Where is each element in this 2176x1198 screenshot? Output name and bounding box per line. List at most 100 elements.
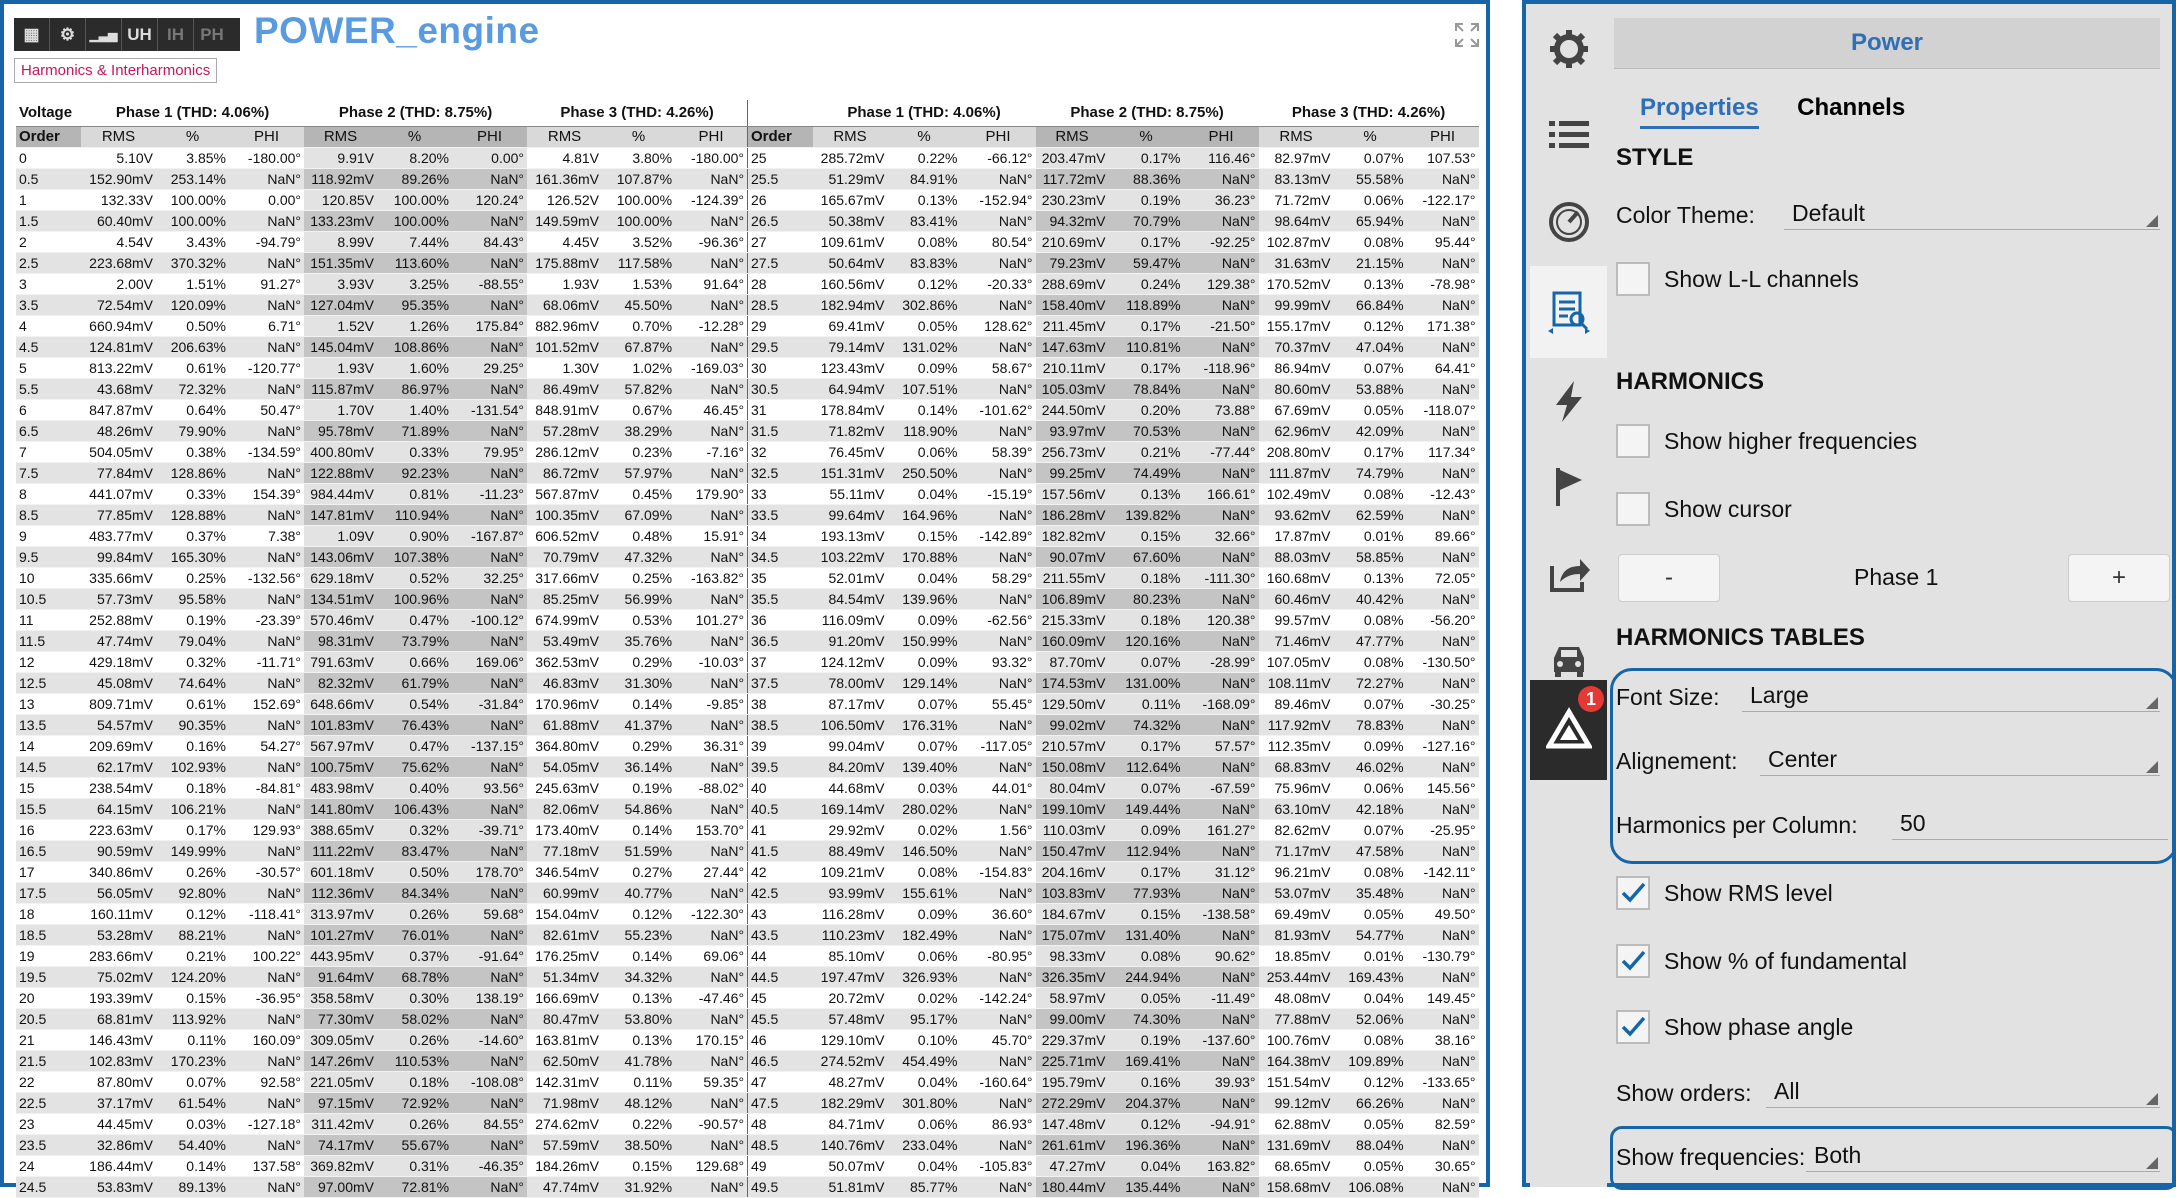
value-cell: 84.20mV [812, 756, 888, 778]
value-cell: -163.82° [675, 567, 748, 589]
order-cell: 26.5 [747, 210, 813, 232]
value-cell: 0.25% [156, 567, 229, 589]
value-cell: 83.47% [377, 840, 453, 862]
nav-report[interactable] [1530, 266, 1607, 358]
current-harmonics-icon[interactable]: IH [158, 18, 194, 51]
value-cell: 0.02% [887, 819, 961, 841]
value-cell: 5.10V [81, 147, 156, 169]
nav-export[interactable] [1530, 532, 1607, 614]
color-theme-dropdown[interactable]: Default [1784, 196, 2160, 230]
nav-gauge[interactable] [1530, 180, 1607, 262]
value-cell: NaN° [960, 840, 1036, 862]
table-row: 47 48.27mV 0.04% -160.64° 195.79mV 0.16% 39.93… [747, 1071, 1479, 1093]
nav-settings[interactable] [1530, 8, 1607, 90]
table-row: 36 116.09mV 0.09% -62.56° 215.33mV 0.18% 120.3… [747, 609, 1479, 631]
value-cell: -137.15° [452, 735, 528, 757]
value-cell: 199.10mV [1035, 798, 1109, 820]
tab-properties[interactable]: Properties [1640, 94, 1759, 129]
value-cell: 72.27% [1333, 672, 1407, 694]
value-cell: 847.87mV [81, 399, 156, 421]
value-cell: -154.83° [960, 861, 1036, 883]
show-higher-frequencies-checkbox[interactable] [1616, 424, 1650, 458]
show-cursor-checkbox[interactable] [1616, 492, 1650, 526]
value-cell: 182.82mV [1035, 525, 1109, 547]
value-cell: 0.07% [1333, 819, 1407, 841]
value-cell: NaN° [675, 588, 748, 610]
value-cell: 82.97mV [1258, 147, 1334, 169]
order-cell: 32 [747, 441, 813, 463]
value-cell: 0.61% [156, 357, 229, 379]
value-cell: -122.30° [675, 903, 748, 925]
value-cell: 166.69mV [527, 987, 603, 1009]
value-cell: 107.38% [377, 546, 453, 568]
power-harmonics-icon[interactable]: PH [194, 18, 230, 51]
value-cell: 100.00% [156, 210, 229, 232]
table-icon[interactable]: ▦ [14, 18, 50, 51]
harmonics-per-column-input[interactable]: 50 [1892, 806, 2168, 840]
value-cell: 0.12% [602, 903, 676, 925]
value-cell: 102.83mV [81, 1050, 156, 1072]
nav-dewesoft[interactable]: 1 [1530, 680, 1607, 780]
value-cell: -94.91° [1183, 1113, 1259, 1135]
value-cell: 0.24% [1108, 273, 1184, 295]
value-cell: 102.49mV [1258, 483, 1334, 505]
value-cell: 309.05mV [304, 1029, 378, 1051]
show-frequencies-dropdown[interactable]: Both [1806, 1138, 2160, 1172]
harmonics-per-column-label: Harmonics per Column: [1616, 812, 1858, 838]
voltage-harmonics-icon[interactable]: UH [122, 18, 158, 51]
value-cell: NaN° [960, 1008, 1036, 1030]
show-ll-checkbox[interactable] [1616, 262, 1650, 296]
value-cell: 283.66mV [81, 945, 156, 967]
value-cell: 346.54mV [527, 861, 603, 883]
chart-icon[interactable]: ▁▃▅ [86, 18, 122, 51]
value-cell: 0.37% [156, 525, 229, 547]
order-cell: 13 [16, 693, 81, 715]
value-cell: NaN° [675, 336, 748, 358]
value-cell: -12.28° [675, 315, 748, 337]
nav-flag[interactable] [1530, 446, 1607, 528]
table-row: 9 483.77mV 0.37% 7.38° 1.09V 0.90% -167.87° 606… [16, 525, 748, 547]
phase-increment-button[interactable]: + [2068, 554, 2170, 602]
value-cell: 313.97mV [304, 903, 378, 925]
value-cell: 40.77% [602, 882, 676, 904]
value-cell: 8.99V [304, 231, 378, 253]
value-cell: NaN° [675, 210, 748, 232]
table-row: 40.5 169.14mV 280.02% NaN° 199.10mV 149.44% Na… [747, 798, 1479, 820]
order-cell: 14 [16, 735, 81, 757]
nav-list[interactable] [1530, 94, 1607, 176]
alignment-dropdown[interactable]: Center [1760, 742, 2160, 776]
value-cell: 36.23° [1183, 189, 1259, 211]
font-size-dropdown[interactable]: Large [1742, 678, 2160, 712]
show-phase-angle-checkbox[interactable] [1616, 1010, 1650, 1044]
alignment-label: Alignement: [1616, 748, 1738, 774]
tab-channels[interactable]: Channels [1797, 94, 1905, 126]
value-cell: 60.46mV [1258, 588, 1334, 610]
value-cell: 0.08% [887, 861, 961, 883]
value-cell: 215.33mV [1035, 609, 1109, 631]
table-row: 28.5 182.94mV 302.86% NaN° 158.40mV 118.89% Na… [747, 294, 1479, 316]
value-cell: NaN° [960, 378, 1036, 400]
expand-icon[interactable] [1454, 22, 1480, 48]
gear-icon[interactable]: ⚙ [50, 18, 86, 51]
value-cell: 89.46mV [1258, 693, 1334, 715]
phase-decrement-button[interactable]: - [1618, 554, 1720, 602]
value-cell: 147.26mV [304, 1050, 378, 1072]
value-cell: NaN° [960, 966, 1036, 988]
value-cell: 230.23mV [1035, 189, 1109, 211]
value-cell: -118.41° [229, 903, 305, 925]
show-rms-checkbox[interactable] [1616, 876, 1650, 910]
value-cell: 56.99% [602, 588, 676, 610]
value-cell: 0.18% [1108, 567, 1184, 589]
show-percent-checkbox[interactable] [1616, 944, 1650, 978]
value-cell: 0.25% [602, 567, 676, 589]
value-cell: 91.27° [229, 273, 305, 295]
value-cell: 8.20% [377, 147, 453, 169]
style-section-heading: STYLE [1616, 144, 1694, 171]
table-row: 43.5 110.23mV 182.49% NaN° 175.07mV 131.40% Na… [747, 924, 1479, 946]
harmonics-interharmonics-tag[interactable]: Harmonics & Interharmonics [14, 58, 218, 83]
value-cell: 107.53° [1406, 147, 1479, 169]
show-orders-dropdown[interactable]: All [1766, 1074, 2160, 1108]
nav-power[interactable] [1530, 360, 1607, 442]
value-cell: -20.33° [960, 273, 1036, 295]
value-cell: NaN° [675, 1176, 748, 1198]
